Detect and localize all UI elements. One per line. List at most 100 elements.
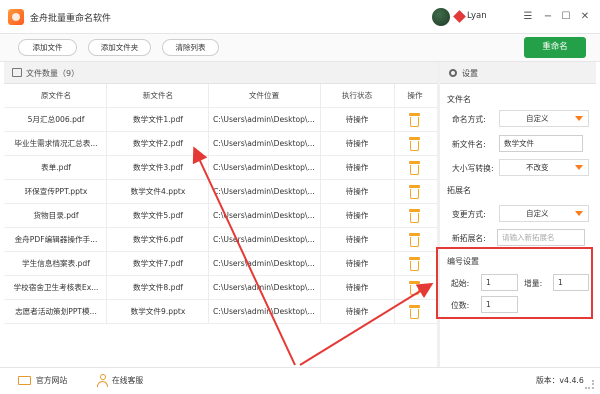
chevron-down-icon [575,165,583,170]
settings-icon [449,69,457,77]
new-name: 数学文件9.pptx [130,307,186,316]
original-name: 环保宣传PPT.pptx [24,187,88,196]
delete-icon[interactable] [409,137,420,151]
file-location: C:\Users\admin\Desktop\... [213,307,315,316]
menu-icon[interactable]: ☰ [520,9,536,25]
table-row[interactable]: 5月汇总006.pdf 数学文件1.pdf C:\Users\admin\Des… [4,108,437,132]
original-name: 学生信息档案表.pdf [22,259,90,268]
app-logo [8,9,24,25]
clear-list-button[interactable]: 清除列表 [162,39,219,56]
new-name: 数学文件5.pdf [133,211,183,220]
new-ext-input[interactable]: 请输入新拓展名 [497,229,585,246]
official-website-link[interactable]: 官方网站 [36,375,67,386]
user-avatar[interactable] [432,8,450,26]
delete-icon[interactable] [409,305,420,319]
case-conversion-value: 不改变 [526,163,549,172]
delete-icon[interactable] [409,209,420,223]
maximize-button[interactable]: ☐ [558,9,574,25]
vip-badge-icon [453,10,466,23]
header-status[interactable]: 执行状态 [322,84,392,108]
case-conversion-label: 大小写转换: [452,164,494,173]
new-name: 数学文件8.pdf [133,283,183,292]
delete-icon[interactable] [409,113,420,127]
original-name: 金舟PDF编辑器操作手... [14,235,98,244]
new-name: 数学文件7.pdf [133,259,183,268]
table-row[interactable]: 学生信息档案表.pdf 数学文件7.pdf C:\Users\admin\Des… [4,252,437,276]
online-support-link[interactable]: 在线客服 [112,375,143,386]
header-location[interactable]: 文件位置 [210,84,318,108]
status: 待操作 [345,307,369,316]
table-row[interactable]: 货物目录.pdf 数学文件5.pdf C:\Users\admin\Deskto… [4,204,437,228]
delete-icon[interactable] [409,281,420,295]
delete-icon[interactable] [409,185,420,199]
original-name: 学校宿舍卫生考核表Ex... [13,283,99,292]
original-name: 志愿者活动策划PPT模... [15,307,97,316]
file-location: C:\Users\admin\Desktop\... [213,187,315,196]
add-folder-button[interactable]: 添加文件夹 [88,39,151,56]
file-location: C:\Users\admin\Desktop\... [213,283,315,292]
title-bar: 金舟批量重命名软件 Lyan ☰ − ☐ ✕ [0,0,600,34]
new-name: 数学文件4.pptx [130,187,186,196]
resize-grip[interactable] [585,380,594,389]
version-label: 版本：v4.4.6 [536,376,584,385]
status: 待操作 [345,163,369,172]
original-name: 表单.pdf [41,163,71,172]
table-row[interactable]: 表单.pdf 数学文件3.pdf C:\Users\admin\Desktop\… [4,156,437,180]
file-location: C:\Users\admin\Desktop\... [213,235,315,244]
file-location: C:\Users\admin\Desktop\... [213,211,315,220]
ext-method-select[interactable]: 自定义 [499,205,589,222]
status: 待操作 [345,115,369,124]
table-row[interactable]: 志愿者活动策划PPT模... 数学文件9.pptx C:\Users\admin… [4,300,437,324]
app-title: 金舟批量重命名软件 [30,14,112,24]
monitor-icon [18,376,31,385]
username[interactable]: Lyan [467,11,487,21]
new-name: 数学文件2.pdf [133,139,183,148]
header-new-name[interactable]: 新文件名 [108,84,208,108]
chevron-down-icon [575,116,583,121]
file-location: C:\Users\admin\Desktop\... [213,115,315,124]
add-file-button[interactable]: 添加文件 [18,39,77,56]
status-bar: 官方网站 在线客服 版本：v4.4.6 [0,367,600,394]
rename-button[interactable]: 重命名 [524,37,586,58]
highlight-box [436,247,593,319]
table-row[interactable]: 金舟PDF编辑器操作手... 数学文件6.pdf C:\Users\admin\… [4,228,437,252]
delete-icon[interactable] [409,161,420,175]
naming-method-label: 命名方式: [452,115,486,124]
status: 待操作 [345,139,369,148]
new-name: 数学文件3.pdf [133,163,183,172]
header-action: 操作 [407,91,423,100]
new-ext-label: 新拓展名: [452,234,486,243]
file-location: C:\Users\admin\Desktop\... [213,259,315,268]
file-list-header: 文件数量（9） [4,62,437,84]
file-location: C:\Users\admin\Desktop\... [213,163,315,172]
new-name-input[interactable]: 数学文件 [499,135,583,152]
case-conversion-select[interactable]: 不改变 [499,159,589,176]
settings-title: 设置 [462,69,478,78]
delete-icon[interactable] [409,233,420,247]
settings-header: 设置 [440,62,596,84]
naming-method-select[interactable]: 自定义 [499,110,589,127]
status: 待操作 [345,235,369,244]
extension-section-title: 拓展名 [447,186,471,195]
original-name: 毕业生需求情况汇总表... [14,139,98,148]
status: 待操作 [345,187,369,196]
table-row[interactable]: 环保宣传PPT.pptx 数学文件4.pptx C:\Users\admin\D… [4,180,437,204]
ext-method-label: 变更方式: [452,210,486,219]
table-row[interactable]: 学校宿舍卫生考核表Ex... 数学文件8.pdf C:\Users\admin\… [4,276,437,300]
new-name-label: 新文件名: [452,140,486,149]
ext-method-value: 自定义 [526,209,549,218]
naming-method-value: 自定义 [526,114,549,123]
table-row[interactable]: 毕业生需求情况汇总表... 数学文件2.pdf C:\Users\admin\D… [4,132,437,156]
customer-service-icon [97,374,108,387]
delete-icon[interactable] [409,257,420,271]
table-header-row: 原文件名 新文件名 文件位置 执行状态 操作 [4,84,437,108]
status: 待操作 [345,283,369,292]
chevron-down-icon [575,211,583,216]
header-original-name[interactable]: 原文件名 [6,84,106,108]
minimize-button[interactable]: − [540,9,556,25]
list-icon [12,68,22,77]
new-name: 数学文件6.pdf [133,235,183,244]
filename-section-title: 文件名 [447,95,471,104]
new-name: 数学文件1.pdf [133,115,183,124]
close-button[interactable]: ✕ [577,9,593,25]
